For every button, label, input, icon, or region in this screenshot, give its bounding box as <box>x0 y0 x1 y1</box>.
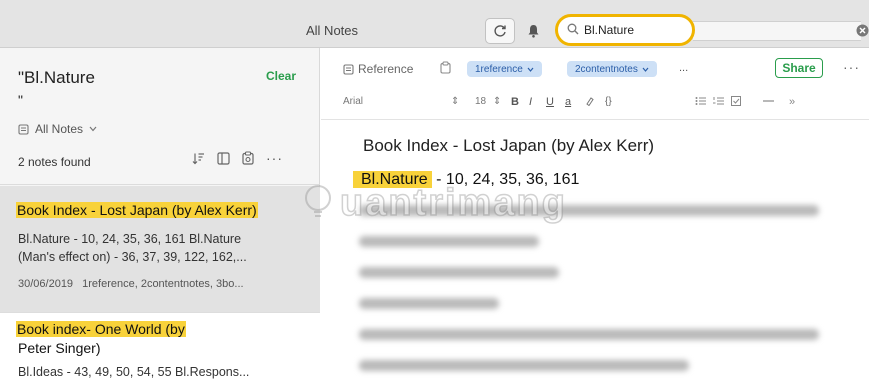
formatting-toolbar: Arial ⇕ 18 ⇕ B I U a {} » <box>343 96 853 112</box>
note-snippet-line: (Man's effect on) - 36, 37, 39, 122, 162… <box>18 250 247 264</box>
sort-icon[interactable] <box>192 152 205 165</box>
more-formatting-button[interactable]: » <box>789 96 795 108</box>
note-title-heading[interactable]: Book Index - Lost Japan (by Alex Kerr) <box>363 136 654 156</box>
chevron-down-icon <box>527 67 534 72</box>
sync-button[interactable] <box>485 18 515 44</box>
tag-chip[interactable]: 1reference <box>467 61 542 77</box>
checklist-icon <box>731 96 741 106</box>
editor-toolbar: Reference 1reference 2contentnotes ... S… <box>321 48 869 120</box>
bold-button[interactable]: B <box>511 96 519 108</box>
reminder-icon[interactable] <box>440 61 451 74</box>
view-toggle-icon[interactable] <box>217 151 230 165</box>
clear-search-icon[interactable] <box>856 24 869 37</box>
reminder-icon[interactable] <box>242 151 254 165</box>
watermark-logo-icon <box>305 185 331 217</box>
text-color-button[interactable]: a <box>565 96 571 108</box>
watermark-logo-text: uantrimang <box>339 181 567 225</box>
search-results-title-end: " <box>18 92 23 108</box>
font-family-select[interactable]: Arial <box>343 96 363 107</box>
note-title: Book index- One World (by <box>16 320 186 339</box>
note-list-item-selected[interactable]: Book Index - Lost Japan (by Alex Kerr) B… <box>0 186 320 312</box>
blurred-text-line <box>359 360 689 371</box>
sync-icon <box>494 25 506 37</box>
numbered-list-icon <box>713 97 724 105</box>
share-button[interactable]: Share <box>775 58 823 78</box>
notifications-button[interactable] <box>522 18 544 44</box>
watermark: uantrimang <box>300 172 600 242</box>
notebook-name: Reference <box>358 62 414 76</box>
notebook-icon <box>343 63 354 75</box>
chevron-down-icon <box>642 67 649 72</box>
notebook-icon <box>18 123 29 135</box>
checklist-button[interactable] <box>731 96 742 109</box>
blurred-text-line <box>359 267 559 278</box>
notebook-filter-label: All Notes <box>35 122 84 136</box>
italic-button[interactable]: I <box>529 96 532 108</box>
clear-search-button[interactable]: Clear <box>266 69 296 83</box>
note-date: 30/06/2019 <box>18 278 74 290</box>
title-bar: All Notes <box>0 0 869 48</box>
numbered-list-button[interactable] <box>713 96 724 109</box>
bullet-list-button[interactable] <box>695 96 706 109</box>
search-icon <box>567 23 579 35</box>
stepper-icon[interactable]: ⇕ <box>493 96 501 107</box>
divider-button[interactable] <box>763 96 774 109</box>
font-size-select[interactable]: 18 <box>475 96 486 107</box>
highlighter-icon <box>586 97 594 107</box>
note-list-panel: "Bl.Nature " Clear All Notes 2 notes fou… <box>0 48 320 384</box>
note-tags: 1reference, 2contentnotes, 3bo... <box>82 278 244 290</box>
tag-label: 1reference <box>475 63 523 75</box>
search-field[interactable] <box>555 14 695 46</box>
window-title: All Notes <box>306 23 359 38</box>
more-tags[interactable]: ... <box>679 62 688 74</box>
notebook-selector[interactable]: Reference <box>343 62 413 76</box>
divider <box>0 184 320 185</box>
note-list-item[interactable]: Book index- One World (by Peter Singer) … <box>0 312 320 384</box>
search-bar-extension[interactable] <box>693 21 861 41</box>
highlighter-button[interactable] <box>585 96 595 109</box>
note-snippet-line: Bl.Ideas - 43, 49, 50, 54, 55 Bl.Respons… <box>18 365 250 379</box>
horizontal-rule-icon <box>763 100 774 102</box>
chevron-down-icon <box>89 126 97 132</box>
code-block-button[interactable]: {} <box>605 96 612 107</box>
note-meta: 30/06/2019 1reference, 2contentnotes, 3b… <box>18 278 244 290</box>
stepper-icon[interactable]: ⇕ <box>451 96 459 107</box>
tag-chip[interactable]: 2contentnotes <box>567 61 657 77</box>
more-options-icon[interactable]: ··· <box>843 59 860 75</box>
note-list-tools: ··· <box>192 150 283 166</box>
note-snippet-line: Bl.Nature - 10, 24, 35, 36, 161 Bl.Natur… <box>18 232 242 246</box>
note-title-highlight: Book Index - Lost Japan (by Alex Kerr) <box>16 202 258 218</box>
blurred-text-line <box>359 298 499 309</box>
notes-found-count: 2 notes found <box>18 155 91 169</box>
notebook-filter[interactable]: All Notes <box>18 122 97 136</box>
search-results-title: "Bl.Nature <box>18 68 95 87</box>
note-title: Book Index - Lost Japan (by Alex Kerr) <box>16 201 258 220</box>
note-title-line2: Peter Singer) <box>18 340 101 356</box>
tag-label: 2contentnotes <box>575 63 638 75</box>
bullet-list-icon <box>695 97 706 105</box>
more-options-icon[interactable]: ··· <box>266 150 283 166</box>
search-input[interactable] <box>584 22 684 38</box>
note-title-highlight: Book index- One World (by <box>16 321 186 337</box>
blurred-text-line <box>359 329 819 340</box>
bell-icon <box>528 25 538 38</box>
underline-button[interactable]: U <box>546 96 554 108</box>
